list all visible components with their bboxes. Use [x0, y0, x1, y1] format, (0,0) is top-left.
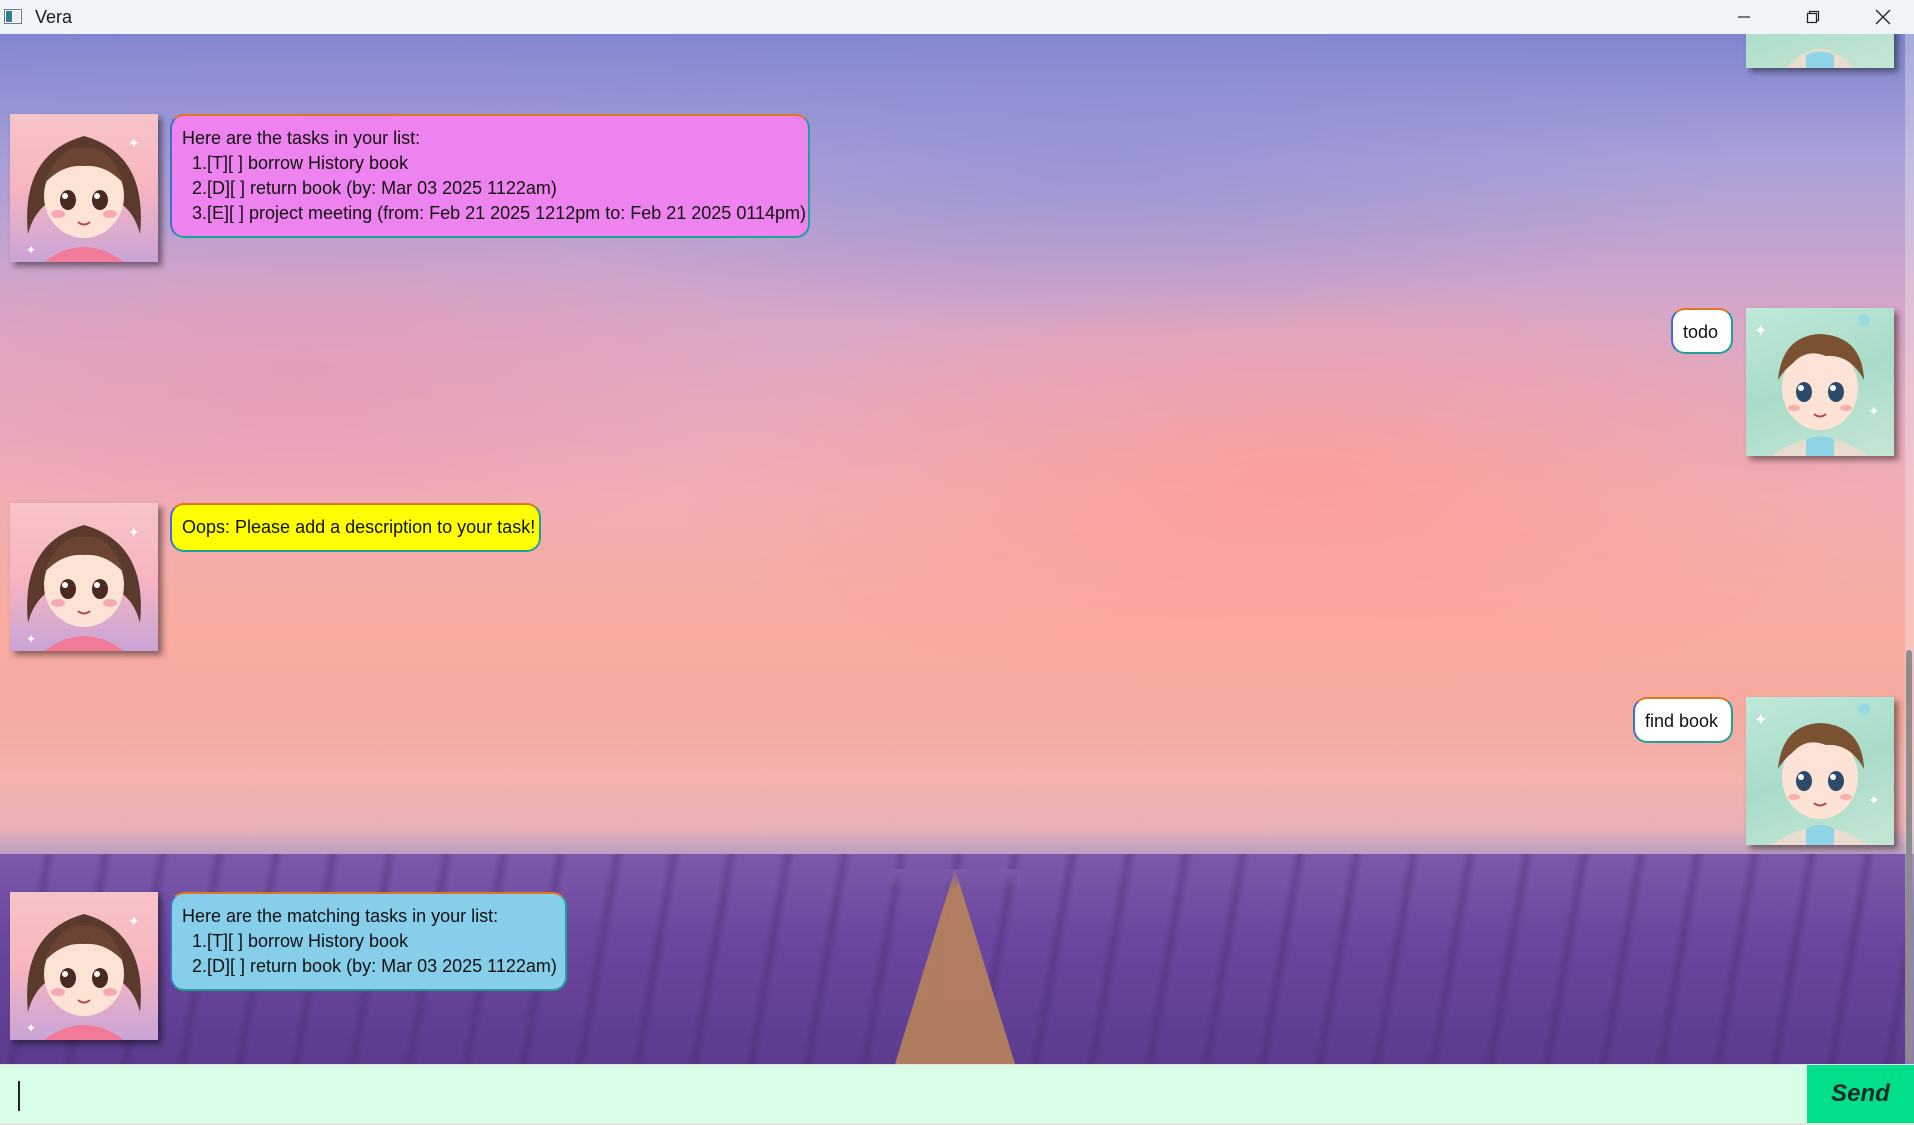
minimize-icon [1738, 16, 1750, 18]
input-bar: Send [0, 1064, 1914, 1125]
message-line: Here are the tasks in your list: [182, 128, 421, 148]
message-line: todo [1683, 322, 1719, 342]
background-path [895, 869, 1015, 1064]
message-line: Here are the matching tasks in your list… [182, 906, 499, 926]
svg-text:✦: ✦ [1868, 403, 1880, 419]
close-icon [1875, 9, 1891, 25]
app-icon [4, 9, 22, 24]
scrollbar-thumb[interactable] [1906, 650, 1912, 1060]
message-line: 3.[E][ ] project meeting (from: Feb 21 2… [182, 203, 807, 223]
text-caret [18, 1081, 20, 1111]
svg-text:✦: ✦ [26, 632, 36, 646]
minimize-button[interactable] [1709, 0, 1779, 34]
user-avatar: ✦ ✦ [1746, 697, 1894, 845]
user-avatar: ✦ ✦ [1746, 308, 1894, 456]
svg-text:✦: ✦ [128, 913, 140, 929]
vera-avatar: ✦ ✦ [10, 114, 158, 262]
message-line: 2.[D][ ] return book (by: Mar 03 2025 11… [182, 956, 557, 976]
user-avatar-image [1786, 49, 1854, 68]
message-line: 1.[T][ ] borrow History book [182, 931, 409, 951]
svg-text:✦: ✦ [128, 524, 140, 540]
close-button[interactable] [1848, 0, 1914, 34]
chat-scroll-pane[interactable]: ✦ ✦ Here are the tasks in your list: 1.[… [0, 34, 1914, 1064]
svg-text:✦: ✦ [128, 135, 140, 151]
svg-text:✦: ✦ [26, 243, 36, 257]
user-avatar-image: ✦ ✦ [1754, 703, 1880, 845]
title-bar: Vera [0, 0, 1914, 34]
restore-button[interactable] [1778, 0, 1848, 34]
vera-message-bubble: Oops: Please add a description to your t… [170, 503, 541, 552]
message-line: 2.[D][ ] return book (by: Mar 03 2025 11… [182, 178, 557, 198]
vera-message-bubble: Here are the tasks in your list: 1.[T][ … [170, 114, 810, 238]
svg-text:✦: ✦ [1868, 792, 1880, 808]
user-avatar-image: ✦ ✦ [1754, 314, 1880, 456]
message-line: find book [1645, 711, 1719, 731]
message-input[interactable] [0, 1065, 1805, 1123]
vera-avatar: ✦ ✦ [10, 892, 158, 1040]
send-button[interactable]: Send [1807, 1065, 1914, 1123]
vera-message-bubble: Here are the matching tasks in your list… [170, 892, 567, 991]
user-message-bubble: find book [1633, 697, 1733, 743]
user-avatar-partial [1746, 34, 1894, 68]
restore-icon [1806, 10, 1820, 24]
vera-avatar-image: ✦ ✦ [26, 913, 141, 1040]
vera-avatar-image: ✦ ✦ [26, 135, 141, 262]
vera-avatar: ✦ ✦ [10, 503, 158, 651]
svg-text:✦: ✦ [1754, 712, 1767, 729]
background-path-fade [890, 869, 1020, 889]
svg-text:✦: ✦ [26, 1021, 36, 1035]
message-line: Oops: Please add a description to your t… [182, 517, 536, 537]
svg-text:✦: ✦ [1754, 323, 1767, 340]
message-line: 1.[T][ ] borrow History book [182, 153, 409, 173]
window-title: Vera [35, 7, 73, 27]
vera-avatar-image: ✦ ✦ [26, 524, 141, 651]
user-message-bubble: todo [1671, 308, 1733, 354]
